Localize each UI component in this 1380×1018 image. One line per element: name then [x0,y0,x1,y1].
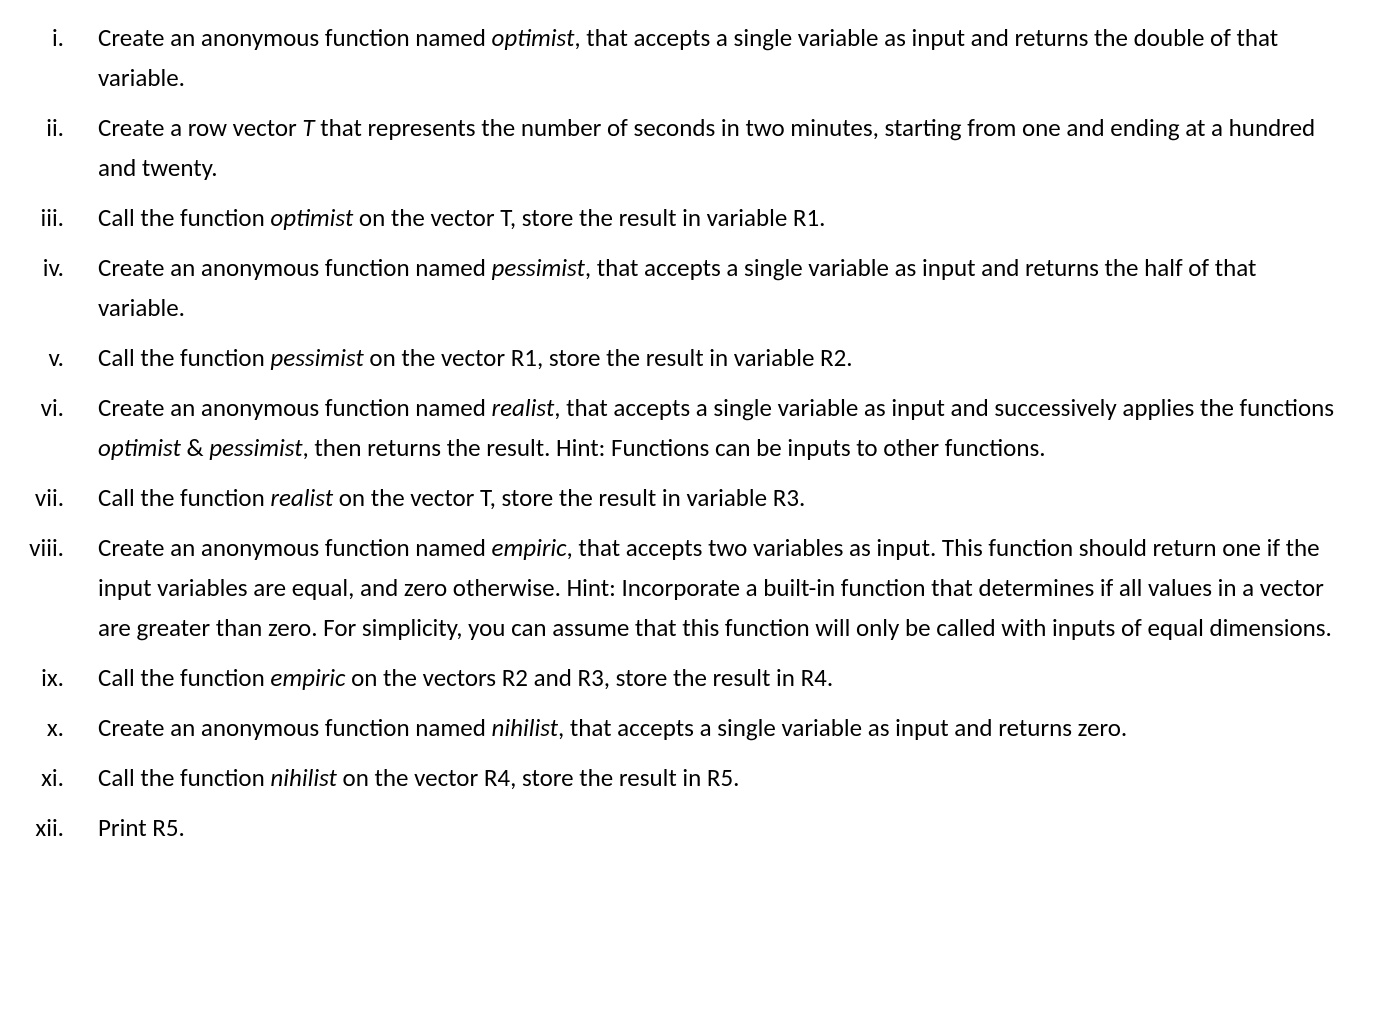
list-item-content: Print R5. [98,808,1360,848]
list-item-content: Call the function nihilist on the vector… [98,758,1360,798]
list-item: x.Create an anonymous function named nih… [0,708,1360,748]
italic-text: optimist [270,202,353,233]
list-item-content: Call the function pessimist on the vecto… [98,338,1360,378]
list-item: xi.Call the function nihilist on the vec… [0,758,1360,798]
text: Create an anonymous function named [98,532,492,563]
text: on the vectors R2 and R3, store the resu… [345,662,833,693]
text: Call the function [98,662,270,693]
list-item: ix.Call the function empiric on the vect… [0,658,1360,698]
list-item: ii.Create a row vector T that represents… [0,108,1360,188]
list-item-number: vi. [0,388,98,468]
text: on the vector T, store the result in var… [333,482,805,513]
text: Call the function [98,482,270,513]
list-item-content: Create an anonymous function named optim… [98,18,1360,98]
list-item-number: v. [0,338,98,378]
text: , that accepts a single variable as inpu… [558,712,1127,743]
list-item: i.Create an anonymous function named opt… [0,18,1360,98]
italic-text: pessimist [209,432,302,463]
text: on the vector R1, store the result in va… [364,342,853,373]
text: , then returns the result. Hint: Functio… [303,432,1046,463]
list-item-content: Call the function realist on the vector … [98,478,1360,518]
italic-text: pessimist [492,252,585,283]
list-item-number: iv. [0,248,98,328]
list-item-number: xii. [0,808,98,848]
list-item-content: Create an anonymous function named nihil… [98,708,1360,748]
list-item-content: Call the function optimist on the vector… [98,198,1360,238]
text: & [181,432,209,463]
list-item: vi.Create an anonymous function named re… [0,388,1360,468]
italic-text: empiric [492,532,567,563]
list-item-content: Call the function empiric on the vectors… [98,658,1360,698]
text: Create an anonymous function named [98,392,492,423]
text: Call the function [98,342,270,373]
list-item-number: i. [0,18,98,98]
list-item-number: xi. [0,758,98,798]
list-item-number: viii. [0,528,98,648]
list-item-content: Create an anonymous function named reali… [98,388,1360,468]
list-item-number: x. [0,708,98,748]
text: Create an anonymous function named [98,712,492,743]
italic-text: realist [492,392,555,423]
list-item-content: Create an anonymous function named empir… [98,528,1360,648]
italic-text: nihilist [270,762,336,793]
text: Print R5. [98,812,185,843]
list-item: viii.Create an anonymous function named … [0,528,1360,648]
list-item-number: vii. [0,478,98,518]
list-item-number: ix. [0,658,98,698]
italic-text: T [302,112,314,143]
list-item: xii.Print R5. [0,808,1360,848]
list-item-number: iii. [0,198,98,238]
italic-text: pessimist [270,342,363,373]
list-item: vii.Call the function realist on the vec… [0,478,1360,518]
italic-text: optimist [98,432,181,463]
italic-text: optimist [492,22,575,53]
italic-text: empiric [270,662,345,693]
list-item: iii.Call the function optimist on the ve… [0,198,1360,238]
list-item-number: ii. [0,108,98,188]
text: , that accepts a single variable as inpu… [554,392,1334,423]
text: Call the function [98,762,270,793]
italic-text: nihilist [492,712,558,743]
ordered-list: i.Create an anonymous function named opt… [0,18,1360,848]
text: Create a row vector [98,112,302,143]
text: on the vector T, store the result in var… [353,202,825,233]
list-item: iv.Create an anonymous function named pe… [0,248,1360,328]
text: Create an anonymous function named [98,252,492,283]
list-item-content: Create a row vector T that represents th… [98,108,1360,188]
text: Create an anonymous function named [98,22,492,53]
list-item: v.Call the function pessimist on the vec… [0,338,1360,378]
text: on the vector R4, store the result in R5… [337,762,740,793]
italic-text: realist [270,482,333,513]
text: Call the function [98,202,270,233]
list-item-content: Create an anonymous function named pessi… [98,248,1360,328]
